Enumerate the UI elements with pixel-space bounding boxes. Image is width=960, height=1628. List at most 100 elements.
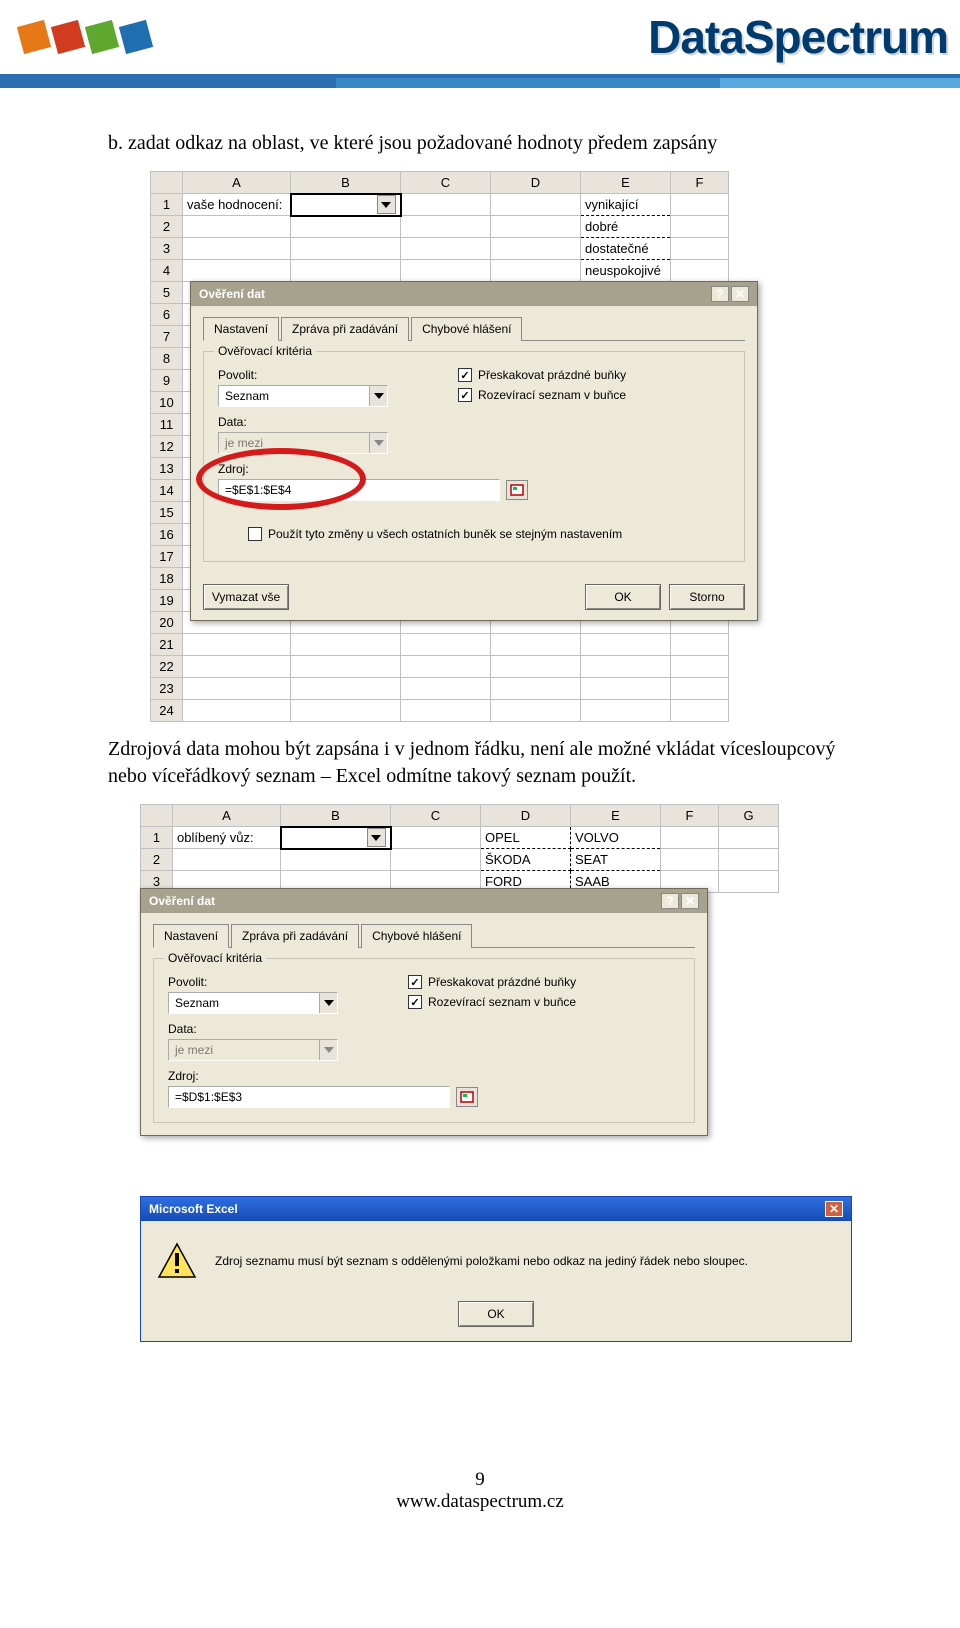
col-header[interactable]: C xyxy=(401,172,491,194)
dropdown-icon[interactable] xyxy=(367,828,386,847)
row-header[interactable]: 3 xyxy=(151,238,183,260)
checkbox-skip-blank[interactable]: ✓ Přeskakovat prázdné buňky xyxy=(458,368,626,382)
allow-label: Povolit: xyxy=(218,368,458,382)
data-label: Data: xyxy=(218,415,458,429)
help-icon[interactable]: ? xyxy=(711,286,729,302)
help-icon[interactable]: ? xyxy=(661,893,679,909)
figure-1: A B C D E F 1 vaše hodnocení: vynikající… xyxy=(150,171,870,722)
cell[interactable]: oblíbený vůz: xyxy=(173,827,281,849)
cell-selected[interactable] xyxy=(281,827,391,849)
tab-error-alert[interactable]: Chybové hlášení xyxy=(411,317,522,341)
corner-cell[interactable] xyxy=(141,805,173,827)
tab-input-message[interactable]: Zpráva při zadávání xyxy=(231,924,359,948)
dropdown-icon[interactable] xyxy=(377,195,396,214)
col-header[interactable]: F xyxy=(661,805,719,827)
data-combo: je mezi xyxy=(168,1039,338,1061)
cell[interactable]: OPEL xyxy=(481,827,571,849)
checkbox-incell-dropdown[interactable]: ✓ Rozevírací seznam v buňce xyxy=(458,388,626,402)
data-label: Data: xyxy=(168,1022,408,1036)
chevron-down-icon xyxy=(319,1040,337,1060)
cell[interactable]: vynikající xyxy=(581,194,671,216)
chevron-down-icon[interactable] xyxy=(369,386,387,406)
col-header[interactable]: D xyxy=(491,172,581,194)
cell-selected[interactable] xyxy=(291,194,401,216)
row-header[interactable]: 2 xyxy=(151,216,183,238)
col-header[interactable]: E xyxy=(581,172,671,194)
dialog-tabs: Nastavení Zpráva při zadávání Chybové hl… xyxy=(203,316,745,341)
cell[interactable]: dobré xyxy=(581,216,671,238)
tab-input-message[interactable]: Zpráva při zadávání xyxy=(281,317,409,341)
footer-url: www.dataspectrum.cz xyxy=(90,1491,870,1513)
checkbox-incell-dropdown[interactable]: ✓ Rozevírací seznam v buňce xyxy=(408,995,576,1009)
warning-icon xyxy=(157,1241,197,1281)
cell[interactable]: VOLVO xyxy=(571,827,661,849)
close-icon[interactable]: ✕ xyxy=(731,286,749,302)
cell[interactable]: dostatečné xyxy=(581,238,671,260)
source-input[interactable]: =$D$1:$E$3 xyxy=(168,1086,450,1108)
col-header[interactable]: A xyxy=(183,172,291,194)
chevron-down-icon xyxy=(369,433,387,453)
cell[interactable] xyxy=(401,194,491,216)
spreadsheet-grid[interactable]: A B C D E F G 1 oblíbený vůz: OPEL VOLVO… xyxy=(140,804,779,893)
checkbox-apply-all[interactable]: Použít tyto změny u všech ostatních buně… xyxy=(248,527,730,541)
page-header: DataSpectrum xyxy=(0,0,960,78)
cell[interactable] xyxy=(671,194,729,216)
col-header[interactable]: C xyxy=(391,805,481,827)
corner-cell[interactable] xyxy=(151,172,183,194)
puzzle-icon xyxy=(17,20,51,54)
dialog-titlebar[interactable]: Ověření dat ? ✕ xyxy=(191,282,757,306)
figure-2: A B C D E F G 1 oblíbený vůz: OPEL VOLVO… xyxy=(140,804,870,1429)
page-number: 9 xyxy=(90,1469,870,1491)
source-input[interactable]: =$E$1:$E$4 xyxy=(218,479,500,501)
dialog-titlebar[interactable]: Ověření dat ? ✕ xyxy=(141,889,707,913)
check-icon: ✓ xyxy=(458,388,472,402)
ok-button[interactable]: OK xyxy=(585,584,661,610)
source-label: Zdroj: xyxy=(168,1069,408,1083)
row-header[interactable]: 1 xyxy=(151,194,183,216)
criteria-fieldset: Ověřovací kritéria Povolit: Seznam Data:… xyxy=(203,351,745,562)
data-combo: je mezi xyxy=(218,432,388,454)
range-select-icon[interactable] xyxy=(456,1087,478,1107)
cell[interactable]: SEAT xyxy=(571,849,661,871)
messagebox-titlebar[interactable]: Microsoft Excel ✕ xyxy=(141,1197,851,1221)
tab-settings[interactable]: Nastavení xyxy=(203,317,279,341)
cell[interactable]: ŠKODA xyxy=(481,849,571,871)
header-logo xyxy=(0,0,460,76)
chevron-down-icon[interactable] xyxy=(319,993,337,1013)
messagebox-text: Zdroj seznamu musí být seznam s oddělený… xyxy=(215,1254,835,1268)
dialog-title-text: Ověření dat xyxy=(149,894,215,908)
check-icon: ✓ xyxy=(458,368,472,382)
tab-error-alert[interactable]: Chybové hlášení xyxy=(361,924,472,948)
row-header[interactable]: 4 xyxy=(151,260,183,282)
error-messagebox: Microsoft Excel ✕ Zdroj seznamu musí být… xyxy=(140,1196,852,1342)
close-icon[interactable]: ✕ xyxy=(825,1201,843,1217)
puzzle-icon xyxy=(51,20,85,54)
allow-combo[interactable]: Seznam xyxy=(168,992,338,1014)
range-select-icon[interactable] xyxy=(506,480,528,500)
col-header[interactable]: B xyxy=(281,805,391,827)
cancel-button[interactable]: Storno xyxy=(669,584,745,610)
allow-combo[interactable]: Seznam xyxy=(218,385,388,407)
col-header[interactable]: D xyxy=(481,805,571,827)
checkbox-skip-blank[interactable]: ✓ Přeskakovat prázdné buňky xyxy=(408,975,576,989)
body-paragraph: Zdrojová data mohou být zapsána i v jedn… xyxy=(108,736,870,790)
cell[interactable] xyxy=(391,827,481,849)
fieldset-legend: Ověřovací kritéria xyxy=(164,951,266,965)
row-header[interactable]: 1 xyxy=(141,827,173,849)
clear-all-button[interactable]: Vymazat vše xyxy=(203,584,289,610)
cell[interactable]: neuspokojivé xyxy=(581,260,671,282)
ok-button[interactable]: OK xyxy=(458,1301,534,1327)
col-header[interactable]: F xyxy=(671,172,729,194)
col-header[interactable]: A xyxy=(173,805,281,827)
cell[interactable]: vaše hodnocení: xyxy=(183,194,291,216)
col-header[interactable]: E xyxy=(571,805,661,827)
cell[interactable] xyxy=(491,194,581,216)
col-header[interactable]: G xyxy=(719,805,779,827)
check-icon: ✓ xyxy=(408,975,422,989)
col-header[interactable]: B xyxy=(291,172,401,194)
page-footer: 9 www.dataspectrum.cz xyxy=(90,1469,870,1513)
tab-settings[interactable]: Nastavení xyxy=(153,924,229,948)
checkbox-empty-icon xyxy=(248,527,262,541)
close-icon[interactable]: ✕ xyxy=(681,893,699,909)
brand-text: DataSpectrum xyxy=(460,10,960,64)
